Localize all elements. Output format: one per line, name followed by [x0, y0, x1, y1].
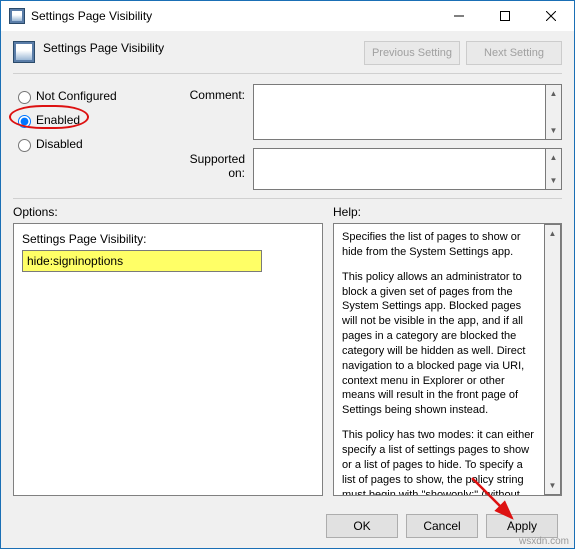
radio-label: Disabled — [36, 137, 83, 151]
state-radios: Not Configured Enabled Disabled — [13, 84, 173, 198]
comment-scrollbar[interactable]: ▲ ▼ — [545, 84, 562, 140]
radio-not-configured-input[interactable] — [18, 91, 31, 104]
watermark: wsxdn.com — [519, 536, 569, 547]
titlebar: Settings Page Visibility — [1, 1, 574, 31]
scroll-down-icon[interactable]: ▼ — [545, 477, 560, 494]
supported-textarea — [253, 148, 545, 190]
help-header-label: Help: — [333, 205, 562, 219]
radio-label: Not Configured — [36, 89, 117, 103]
app-icon — [9, 8, 25, 24]
supported-label: Supported on: — [173, 148, 253, 180]
scroll-up-icon[interactable]: ▲ — [546, 149, 561, 166]
minimize-button[interactable] — [436, 1, 482, 31]
scroll-down-icon[interactable]: ▼ — [546, 122, 561, 139]
scroll-down-icon[interactable]: ▼ — [546, 172, 561, 189]
help-paragraph: This policy has two modes: it can either… — [342, 428, 536, 495]
policy-subtitle: Settings Page Visibility — [43, 41, 364, 55]
maximize-button[interactable] — [482, 1, 528, 31]
help-paragraph: This policy allows an administrator to b… — [342, 270, 536, 418]
radio-disabled-input[interactable] — [18, 139, 31, 152]
supported-scrollbar[interactable]: ▲ ▼ — [545, 148, 562, 190]
policy-icon — [13, 41, 35, 63]
help-pane: Specifies the list of pages to show or h… — [333, 223, 562, 496]
ok-button[interactable]: OK — [326, 514, 398, 538]
comment-label: Comment: — [173, 84, 253, 102]
settings-visibility-input[interactable] — [22, 250, 262, 272]
header-section: Settings Page Visibility Previous Settin… — [1, 31, 574, 73]
next-setting-button[interactable]: Next Setting — [466, 41, 562, 65]
options-header-label: Options: — [13, 205, 333, 219]
apply-button[interactable]: Apply — [486, 514, 558, 538]
radio-label: Enabled — [36, 113, 80, 127]
scroll-track[interactable] — [545, 242, 560, 477]
options-field-label: Settings Page Visibility: — [22, 232, 314, 246]
window-title: Settings Page Visibility — [31, 1, 436, 31]
cancel-button[interactable]: Cancel — [406, 514, 478, 538]
close-button[interactable] — [528, 1, 574, 31]
options-pane: Settings Page Visibility: — [13, 223, 323, 496]
help-text: Specifies the list of pages to show or h… — [334, 224, 544, 495]
comment-textarea[interactable] — [253, 84, 545, 140]
policy-window: Settings Page Visibility Settings Page V… — [0, 0, 575, 549]
radio-enabled-input[interactable] — [18, 115, 31, 128]
previous-setting-button[interactable]: Previous Setting — [364, 41, 460, 65]
scroll-up-icon[interactable]: ▲ — [546, 85, 561, 102]
scroll-track[interactable] — [546, 102, 561, 122]
dialog-buttons: OK Cancel Apply — [1, 504, 574, 548]
help-scrollbar[interactable]: ▲ ▼ — [544, 224, 561, 495]
scroll-up-icon[interactable]: ▲ — [545, 225, 560, 242]
radio-disabled[interactable]: Disabled — [13, 132, 173, 156]
radio-enabled[interactable]: Enabled — [13, 108, 173, 132]
help-paragraph: Specifies the list of pages to show or h… — [342, 230, 536, 260]
radio-not-configured[interactable]: Not Configured — [13, 84, 173, 108]
